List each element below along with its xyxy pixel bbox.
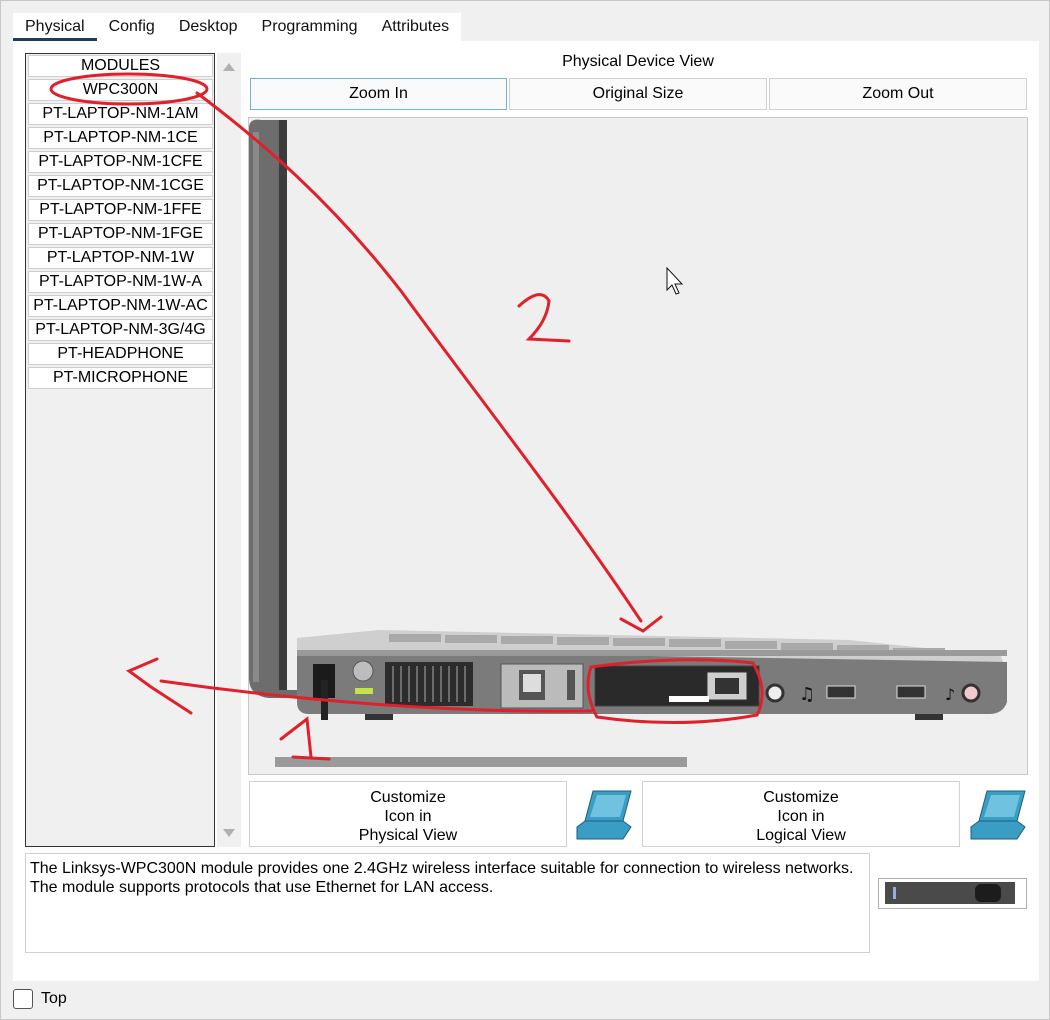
module-item[interactable]: PT-LAPTOP-NM-1W — [28, 247, 213, 269]
cursor-icon — [666, 266, 684, 295]
physical-device-view[interactable]: ♫ ♪ — [248, 117, 1028, 775]
original-size-button[interactable]: Original Size — [509, 78, 767, 110]
zoom-out-button[interactable]: Zoom Out — [769, 78, 1027, 110]
scroll-up-icon[interactable] — [223, 63, 235, 71]
tab-bar: Physical Config Desktop Programming Attr… — [13, 13, 462, 41]
zoom-in-button[interactable]: Zoom In — [250, 78, 507, 110]
module-list-scrollbar[interactable] — [217, 53, 241, 847]
view-horizontal-scrollbar[interactable] — [275, 757, 687, 767]
button-line: Customize — [763, 789, 839, 806]
button-line: Icon in — [777, 808, 825, 825]
tab-programming[interactable]: Programming — [250, 13, 370, 41]
top-checkbox-label: Top — [41, 990, 67, 1007]
svg-text:♫: ♫ — [799, 684, 815, 705]
tab-physical[interactable]: Physical — [13, 13, 97, 41]
module-thumbnail — [878, 878, 1027, 909]
device-window: Physical Config Desktop Programming Attr… — [0, 0, 1050, 1020]
module-list: MODULES WPC300N PT-LAPTOP-NM-1AM PT-LAPT… — [25, 53, 215, 847]
module-item[interactable]: PT-LAPTOP-NM-1FGE — [28, 223, 213, 245]
button-line: Icon in — [384, 808, 432, 825]
module-item[interactable]: PT-LAPTOP-NM-1CE — [28, 127, 213, 149]
module-list-header: MODULES — [28, 55, 213, 77]
tab-config[interactable]: Config — [97, 13, 167, 41]
laptop-side-image: ♫ ♪ — [249, 119, 1007, 720]
button-line: Customize — [370, 789, 446, 806]
module-item[interactable]: PT-MICROPHONE — [28, 367, 213, 389]
module-description: The Linksys-WPC300N module provides one … — [25, 853, 870, 953]
button-line: Physical View — [358, 827, 458, 844]
tab-desktop[interactable]: Desktop — [167, 13, 250, 41]
laptop-icon — [970, 790, 1026, 840]
top-checkbox[interactable] — [13, 989, 33, 1009]
module-item[interactable]: PT-LAPTOP-NM-1CGE — [28, 175, 213, 197]
module-item[interactable]: PT-HEADPHONE — [28, 343, 213, 365]
view-title: Physical Device View — [562, 53, 714, 70]
module-item[interactable]: PT-LAPTOP-NM-1W-A — [28, 271, 213, 293]
customize-physical-icon-button[interactable]: Customize Icon in Physical View — [249, 781, 567, 847]
module-item-wpc300n[interactable]: WPC300N — [28, 79, 213, 101]
button-line: Logical View — [756, 827, 846, 844]
svg-text:♪: ♪ — [945, 685, 955, 704]
module-item[interactable]: PT-LAPTOP-NM-1FFE — [28, 199, 213, 221]
tab-attributes[interactable]: Attributes — [370, 13, 462, 41]
module-item[interactable]: PT-LAPTOP-NM-1W-AC — [28, 295, 213, 317]
module-item[interactable]: PT-LAPTOP-NM-1AM — [28, 103, 213, 125]
customize-logical-icon-button[interactable]: Customize Icon in Logical View — [642, 781, 960, 847]
scroll-down-icon[interactable] — [223, 829, 235, 837]
laptop-icon — [576, 790, 632, 840]
module-item[interactable]: PT-LAPTOP-NM-1CFE — [28, 151, 213, 173]
module-item[interactable]: PT-LAPTOP-NM-3G/4G — [28, 319, 213, 341]
